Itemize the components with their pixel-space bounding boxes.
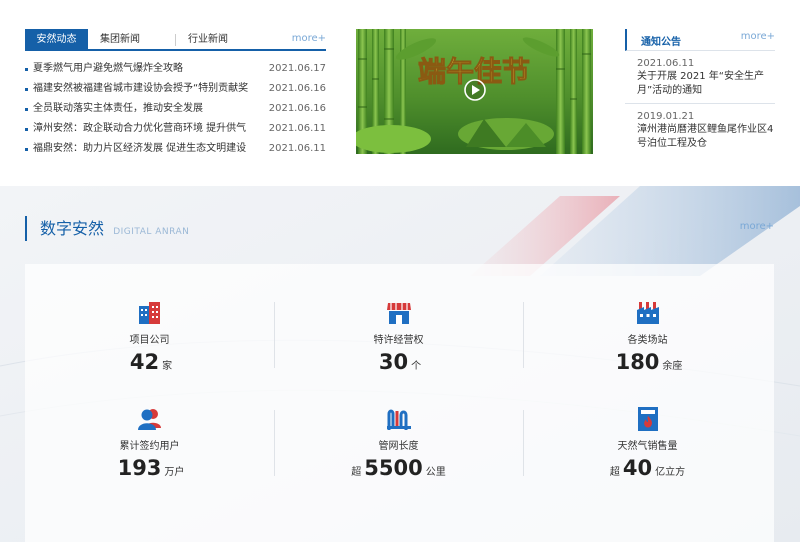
notice-text-line[interactable]: 漳州港尚曆港区鲤鱼尾作业区4 — [637, 123, 775, 137]
stat-prefix: 超 — [609, 467, 620, 478]
stat-project-companies: 项目公司 42 家 — [25, 300, 274, 374]
notice-date: 2019.01.21 — [637, 111, 695, 122]
notice-item[interactable]: 2021.06.11 关于开展 2021 年“安全生产 月”活动的通知 — [625, 51, 775, 104]
bullet-icon — [25, 108, 28, 111]
news-list: 夏季燃气用户避免燃气爆炸全攻略 2021.06.17 福建安然被福建省城市建设协会… — [25, 59, 326, 159]
stat-label: 各类场站 — [627, 335, 668, 346]
bullet-icon — [25, 128, 28, 131]
stat-value: 180 — [615, 350, 660, 374]
tab-industry-news[interactable]: 行业新闻 — [175, 34, 228, 46]
notice-panel: 通知公告 more+ 2021.06.11 关于开展 2021 年“安全生产 月… — [625, 29, 775, 156]
stat-franchise-rights: 特许经营权 30 个 — [274, 300, 523, 374]
news-title[interactable]: 漳州安然：政企联动合力优化营商环境 提升供气 — [33, 123, 246, 134]
news-date: 2021.06.17 — [268, 63, 326, 74]
stat-value: 40 — [622, 456, 653, 480]
section-subtitle: DIGITAL ANRAN — [113, 227, 190, 237]
digital-more-link[interactable]: more+ — [740, 221, 774, 232]
pipeline-icon — [386, 409, 411, 430]
stat-prefix: 超 — [351, 467, 362, 478]
stats-panel: 项目公司 42 家 特许经营权 30 个 各类场站 180 余座 累计签约用户 … — [25, 264, 774, 542]
stat-label: 管网长度 — [378, 441, 419, 452]
bullet-icon — [25, 148, 28, 151]
top-section: 安然动态 集团新闻 行业新闻 more+ 夏季燃气用户避免燃气爆炸全攻略 2021… — [0, 0, 800, 186]
list-item[interactable]: 福鼎安然：助力片区经济发展 促进生态文明建设 2021.06.11 — [25, 139, 326, 159]
list-item[interactable]: 全员联动落实主体责任，推动安全发展 2021.06.16 — [25, 99, 326, 119]
stat-unit: 家 — [162, 361, 173, 372]
stat-value: 5500 — [364, 456, 423, 480]
users-icon — [137, 409, 161, 430]
stat-unit: 亿立方 — [655, 467, 686, 478]
list-item[interactable]: 夏季燃气用户避免燃气爆炸全攻略 2021.06.17 — [25, 59, 326, 79]
notice-item[interactable]: 2019.01.21 漳州港尚曆港区鲤鱼尾作业区4 号泊位工程及仓 — [625, 104, 775, 156]
building-icon — [138, 302, 160, 324]
news-date: 2021.06.11 — [268, 123, 326, 134]
news-date: 2021.06.16 — [268, 83, 326, 94]
stat-unit: 公里 — [425, 467, 446, 478]
bullet-icon — [25, 68, 28, 71]
stat-label: 特许经营权 — [373, 335, 424, 346]
stat-value: 193 — [117, 456, 162, 480]
news-date: 2021.06.11 — [268, 143, 326, 154]
stat-label: 累计签约用户 — [119, 441, 180, 452]
notice-text-line[interactable]: 关于开展 2021 年“安全生产 — [637, 70, 775, 84]
store-icon — [386, 303, 411, 324]
list-item[interactable]: 漳州安然：政企联动合力优化营商环境 提升供气 2021.06.11 — [25, 119, 326, 139]
stat-value: 30 — [378, 350, 409, 374]
news-title[interactable]: 福建安然被福建省城市建设协会授予“特别贡献奖 — [33, 83, 248, 94]
dragon-boat-festival-banner: 端午佳节 — [356, 29, 593, 154]
video-thumbnail[interactable]: 端午佳节 — [356, 29, 593, 154]
stat-value: 42 — [129, 350, 160, 374]
news-title[interactable]: 全员联动落实主体责任，推动安全发展 — [33, 103, 203, 114]
notice-more-link[interactable]: more+ — [741, 31, 775, 42]
stat-unit: 个 — [411, 361, 422, 372]
news-date: 2021.06.16 — [268, 103, 326, 114]
tab-group-news[interactable]: 集团新闻 — [100, 29, 140, 51]
notice-title: 通知公告 — [641, 37, 681, 48]
list-item[interactable]: 福建安然被福建省城市建设协会授予“特别贡献奖 2021.06.16 — [25, 79, 326, 99]
stat-label: 项目公司 — [129, 335, 170, 346]
stat-unit: 万户 — [164, 467, 185, 478]
news-title[interactable]: 福鼎安然：助力片区经济发展 促进生态文明建设 — [33, 143, 246, 154]
news-title[interactable]: 夏季燃气用户避免燃气爆炸全攻略 — [33, 63, 183, 74]
notice-text-line[interactable]: 月”活动的通知 — [637, 84, 775, 98]
bullet-icon — [25, 88, 28, 91]
notice-header: 通知公告 more+ — [625, 29, 775, 51]
news-more-link[interactable]: more+ — [292, 33, 326, 44]
news-tabs: 安然动态 集团新闻 行业新闻 more+ — [25, 29, 326, 51]
section-title: 数字安然 — [40, 219, 105, 238]
section-heading: 数字安然 DIGITAL ANRAN — [25, 216, 189, 241]
stat-pipeline-length: 管网长度 超 5500 公里 — [274, 406, 523, 480]
gas-flame-icon — [637, 407, 658, 431]
stat-label: 天然气销售量 — [617, 441, 678, 452]
news-panel: 安然动态 集团新闻 行业新闻 more+ 夏季燃气用户避免燃气爆炸全攻略 2021… — [25, 29, 326, 159]
tab-anran-news[interactable]: 安然动态 — [25, 29, 88, 51]
factory-icon — [636, 302, 659, 324]
stat-contracted-users: 累计签约用户 193 万户 — [25, 406, 274, 480]
stat-unit: 余座 — [662, 361, 683, 372]
digital-anran-section: 数字安然 DIGITAL ANRAN more+ 项目公司 42 家 特许经营权… — [0, 186, 800, 542]
notice-date: 2021.06.11 — [637, 58, 695, 69]
stat-gas-sales-volume: 天然气销售量 超 40 亿立方 — [523, 406, 772, 480]
notice-text-line[interactable]: 号泊位工程及仓 — [637, 137, 775, 151]
stat-stations: 各类场站 180 余座 — [523, 300, 772, 374]
